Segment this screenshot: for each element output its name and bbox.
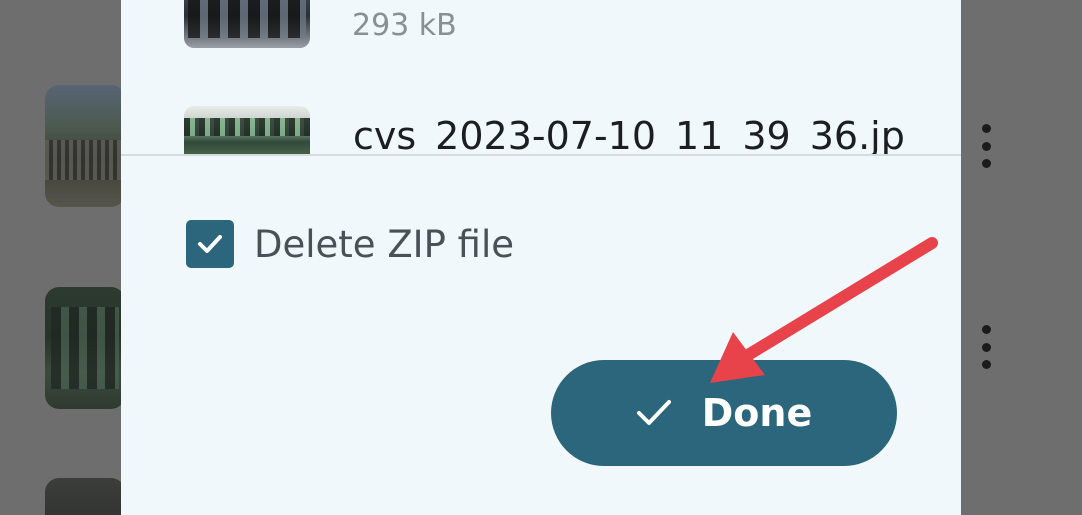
file-name: cvs_2023-07-10_11_39_36.jp <box>353 114 905 154</box>
background-file-thumbnail <box>45 85 125 207</box>
background-file-thumbnail <box>45 478 125 515</box>
done-label: Done <box>701 391 813 435</box>
more-options-icon[interactable] <box>974 325 998 369</box>
done-button[interactable]: Done <box>551 360 897 466</box>
file-thumbnail <box>184 0 310 48</box>
file-thumbnail <box>184 106 310 154</box>
divider <box>121 154 961 156</box>
list-item[interactable]: 293 kB <box>184 0 961 48</box>
delete-zip-checkbox[interactable] <box>186 220 234 268</box>
more-options-icon[interactable] <box>974 124 998 168</box>
extracted-file-list[interactable]: 293 kB cvs_2023-07-10_11_39_36.jp <box>121 0 961 154</box>
check-icon <box>636 398 672 428</box>
checkmark-icon <box>198 235 222 253</box>
background-file-thumbnail <box>45 287 125 409</box>
screen: 293 kB cvs_2023-07-10_11_39_36.jp Delete… <box>0 0 1082 515</box>
list-item[interactable]: cvs_2023-07-10_11_39_36.jp <box>184 106 961 154</box>
delete-zip-label: Delete ZIP file <box>254 222 515 266</box>
extract-dialog: 293 kB cvs_2023-07-10_11_39_36.jp Delete… <box>121 0 961 515</box>
delete-zip-option[interactable]: Delete ZIP file <box>186 219 514 269</box>
file-size: 293 kB <box>352 8 457 43</box>
